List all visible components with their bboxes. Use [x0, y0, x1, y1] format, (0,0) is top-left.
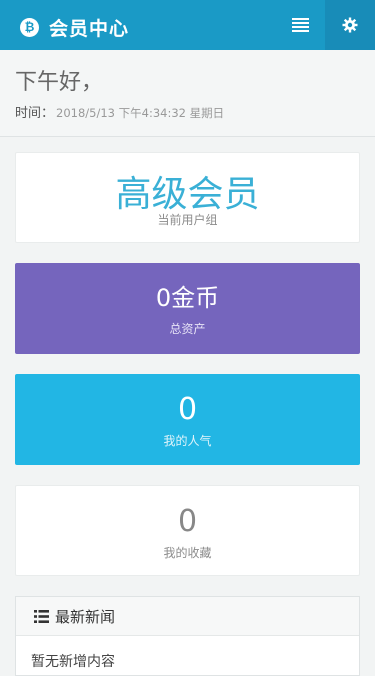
app-header: ₿ 会员中心 — [0, 0, 375, 50]
bitcoin-icon: ₿ — [20, 18, 39, 37]
favorites-label: 我的收藏 — [163, 546, 212, 560]
time-label: 时间： — [15, 106, 55, 121]
greeting-text: 下午好， — [15, 70, 104, 95]
user-group-value: 高级会员 — [115, 174, 260, 215]
menu-button[interactable] — [276, 0, 324, 50]
user-group-label: 当前用户组 — [157, 213, 218, 227]
popularity-label: 我的人气 — [163, 434, 212, 448]
list-icon — [34, 609, 49, 623]
time-row: 时间： 2018/5/13 下午4:34:32 星期日 — [15, 102, 224, 121]
gear-icon — [342, 17, 358, 33]
popularity-card[interactable]: 0 我的人气 — [15, 374, 360, 465]
news-title: 最新新闻 — [55, 607, 116, 626]
time-value: 2018/5/13 下午4:34:32 星期日 — [56, 106, 225, 120]
news-header: 最新新闻 — [16, 597, 359, 636]
page-title: 会员中心 — [49, 18, 130, 40]
news-panel: 最新新闻 暂无新增内容 — [15, 596, 360, 676]
total-assets-value: 0金币 — [155, 284, 220, 312]
favorites-card[interactable]: 0 我的收藏 — [15, 485, 360, 576]
list-icon — [291, 18, 309, 32]
popularity-value: 0 — [177, 392, 198, 427]
brand[interactable]: ₿ 会员中心 — [20, 14, 129, 41]
greeting-section: 下午好， 时间： 2018/5/13 下午4:34:32 星期日 — [0, 50, 375, 137]
news-empty-text: 暂无新增内容 — [31, 654, 115, 670]
favorites-value: 0 — [177, 504, 198, 539]
settings-button[interactable] — [325, 0, 375, 50]
total-assets-label: 总资产 — [169, 322, 206, 336]
total-assets-card[interactable]: 0金币 总资产 — [15, 263, 360, 354]
user-group-card[interactable]: 高级会员 当前用户组 — [15, 152, 360, 243]
